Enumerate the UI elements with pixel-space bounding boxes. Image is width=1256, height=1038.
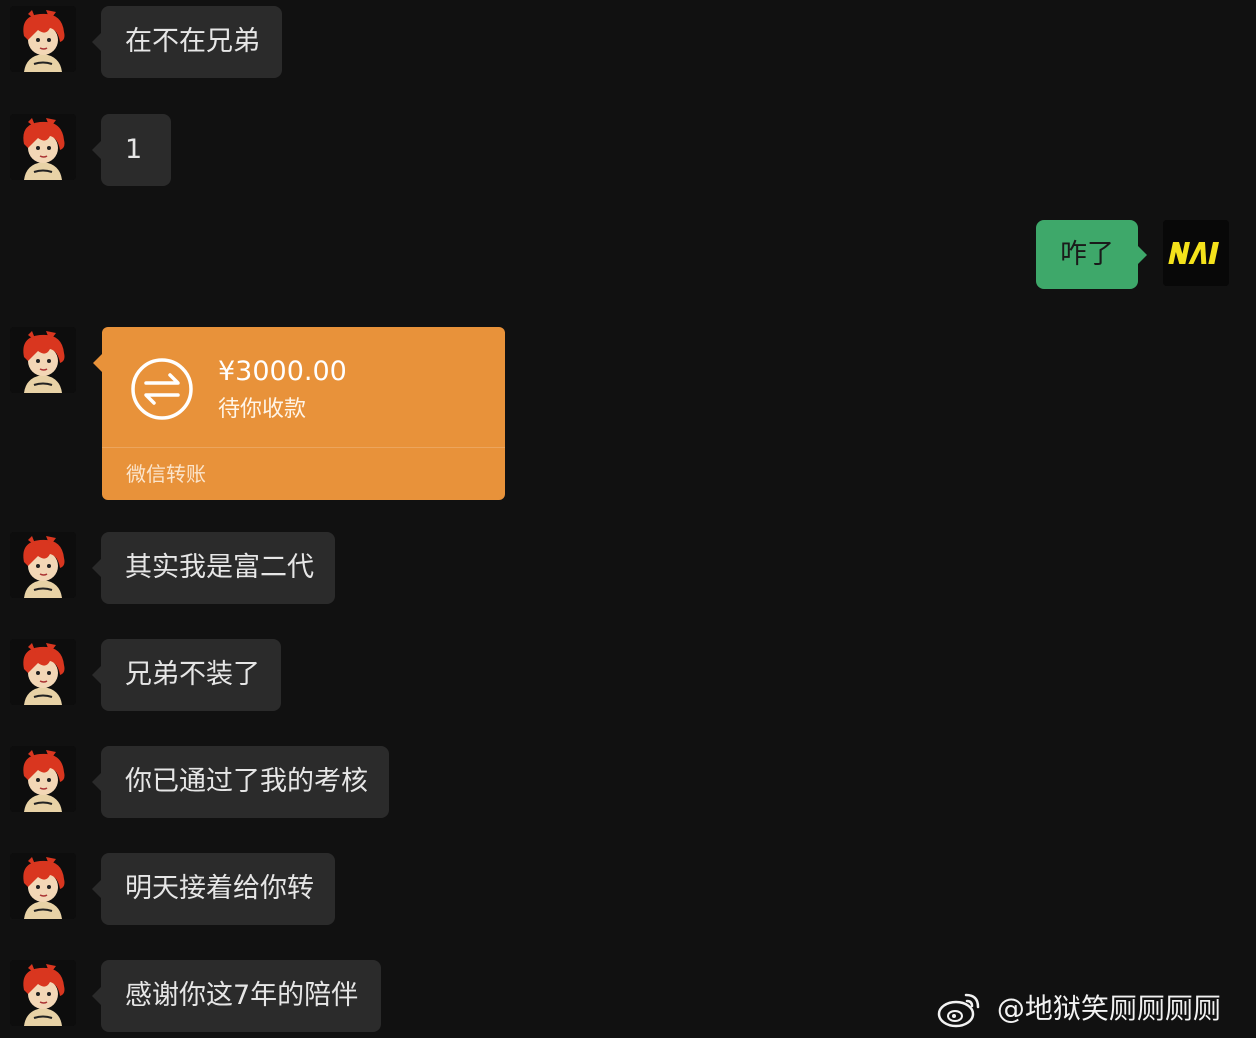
message-text: 1 [125, 134, 143, 165]
message-text: 你已通过了我的考核 [125, 766, 368, 797]
message-text: 感谢你这7年的陪伴 [125, 980, 359, 1011]
transfer-amount: ¥3000.00 [218, 356, 347, 387]
message-text: 明天接着给你转 [125, 873, 314, 904]
transfer-status: 待你收款 [218, 397, 307, 422]
contact-avatar[interactable] [10, 960, 76, 1026]
contact-avatar[interactable] [10, 853, 76, 919]
message-text: 在不在兄弟 [125, 26, 260, 57]
contact-avatar[interactable] [10, 6, 76, 72]
my-avatar[interactable] [1163, 220, 1229, 286]
contact-avatar[interactable] [10, 639, 76, 705]
navi-logo-icon [1163, 220, 1229, 286]
incoming-message-bubble[interactable]: 你已通过了我的考核 [92, 746, 389, 818]
watermark-text: @地狱笑厕厕厕厕 [996, 992, 1221, 1025]
contact-avatar[interactable] [10, 532, 76, 598]
incoming-message-bubble[interactable]: 在不在兄弟 [92, 6, 282, 78]
outgoing-message-bubble[interactable]: 咋了 [1036, 220, 1147, 289]
message-text: 其实我是富二代 [125, 552, 314, 583]
weibo-icon [937, 993, 980, 1028]
incoming-message-bubble[interactable]: 感谢你这7年的陪伴 [92, 960, 381, 1032]
wechat-transfer-card[interactable]: ¥3000.00 待你收款 微信转账 [93, 327, 505, 500]
incoming-message-bubble[interactable]: 1 [92, 114, 171, 186]
divider [102, 447, 505, 448]
weibo-watermark: @地狱笑厕厕厕厕 [936, 985, 1221, 1032]
transfer-exchange-icon [131, 358, 193, 420]
contact-avatar[interactable] [10, 327, 76, 393]
transfer-label: 微信转账 [126, 462, 206, 486]
incoming-message-bubble[interactable]: 明天接着给你转 [92, 853, 335, 925]
contact-avatar[interactable] [10, 746, 76, 812]
contact-avatar[interactable] [10, 114, 76, 180]
incoming-message-bubble[interactable]: 其实我是富二代 [92, 532, 335, 604]
message-text: 兄弟不装了 [125, 659, 260, 690]
message-text: 咋了 [1060, 239, 1114, 270]
chat-window: 在不在兄弟 1 咋了 ¥3000.00 待你收款 微信转账 其实我是富二代 兄弟… [0, 0, 1256, 1038]
incoming-message-bubble[interactable]: 兄弟不装了 [92, 639, 281, 711]
